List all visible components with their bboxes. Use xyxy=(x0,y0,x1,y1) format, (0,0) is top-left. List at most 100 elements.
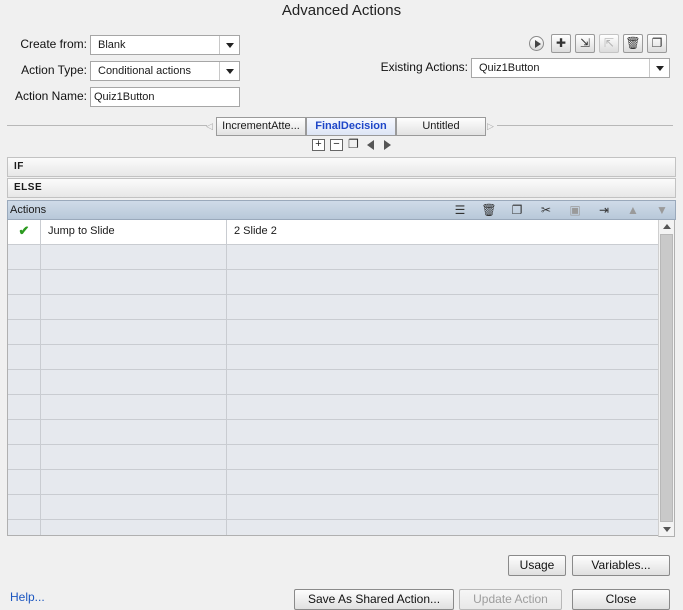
target-cell[interactable] xyxy=(227,295,658,320)
table-row[interactable] xyxy=(8,420,658,445)
export-icon[interactable]: ⇱ xyxy=(599,34,619,53)
delete-icon[interactable]: 🗑 xyxy=(623,34,643,53)
remove-decision-icon[interactable]: − xyxy=(330,139,343,151)
target-cell[interactable] xyxy=(227,270,658,295)
move-up-icon[interactable]: ▲ xyxy=(625,202,641,218)
scroll-down-icon[interactable] xyxy=(663,527,671,532)
action-cell[interactable]: Jump to Slide xyxy=(41,220,227,245)
action-name-label: Action Name: xyxy=(14,89,87,103)
action-type-select[interactable]: Conditional actions xyxy=(90,61,240,81)
target-cell[interactable] xyxy=(227,445,658,470)
target-cell[interactable] xyxy=(227,520,658,535)
target-cell[interactable] xyxy=(227,420,658,445)
row-check-cell[interactable] xyxy=(8,395,41,420)
checkmark-icon: ✔ xyxy=(18,223,30,238)
close-button[interactable]: Close xyxy=(572,589,670,610)
move-right-icon[interactable] xyxy=(384,140,391,150)
target-cell[interactable] xyxy=(227,245,658,270)
row-check-cell[interactable] xyxy=(8,495,41,520)
target-cell[interactable] xyxy=(227,370,658,395)
divider xyxy=(7,125,207,126)
table-row[interactable] xyxy=(8,245,658,270)
table-row[interactable] xyxy=(8,495,658,520)
action-cell[interactable] xyxy=(41,470,227,495)
cut-action-icon[interactable]: ✂ xyxy=(538,202,554,218)
row-check-cell[interactable] xyxy=(8,320,41,345)
copy-action-icon[interactable]: ❐ xyxy=(509,202,525,218)
tab-increment-attempts[interactable]: IncrementAtte... xyxy=(216,117,306,136)
row-check-cell[interactable] xyxy=(8,470,41,495)
chevron-down-icon xyxy=(649,59,669,77)
duplicate-icon[interactable]: ❐ xyxy=(647,34,667,53)
tab-final-decision[interactable]: FinalDecision xyxy=(306,117,396,136)
scroll-up-icon[interactable] xyxy=(663,224,671,229)
scroll-right-icon[interactable]: ▷ xyxy=(487,121,494,132)
action-cell[interactable] xyxy=(41,420,227,445)
add-decision-icon[interactable]: + xyxy=(312,139,325,151)
action-cell[interactable] xyxy=(41,320,227,345)
else-section[interactable]: ELSE xyxy=(7,178,676,198)
action-cell[interactable] xyxy=(41,495,227,520)
dialog-title: Advanced Actions xyxy=(281,2,402,19)
scroll-left-icon[interactable]: ◁ xyxy=(206,121,213,132)
copy-decision-icon[interactable]: ❐ xyxy=(348,137,359,151)
table-row[interactable] xyxy=(8,445,658,470)
delete-action-icon[interactable]: 🗑 xyxy=(481,202,497,218)
table-row[interactable] xyxy=(8,270,658,295)
preview-icon[interactable] xyxy=(529,36,544,51)
create-from-select[interactable]: Blank xyxy=(90,35,240,55)
row-check-cell[interactable]: ✔ xyxy=(8,220,41,245)
table-row[interactable] xyxy=(8,520,658,535)
existing-actions-select[interactable]: Quiz1Button xyxy=(471,58,670,78)
row-check-cell[interactable] xyxy=(8,345,41,370)
table-row[interactable]: ✔ Jump to Slide 2 Slide 2 xyxy=(8,220,658,245)
row-check-cell[interactable] xyxy=(8,370,41,395)
row-check-cell[interactable] xyxy=(8,245,41,270)
import-icon[interactable]: ⇲ xyxy=(575,34,595,53)
target-cell[interactable] xyxy=(227,395,658,420)
action-name-input[interactable]: Quiz1Button xyxy=(90,87,240,107)
table-row[interactable] xyxy=(8,345,658,370)
variables-button[interactable]: Variables... xyxy=(572,555,670,576)
if-section[interactable]: IF xyxy=(7,157,676,177)
row-check-cell[interactable] xyxy=(8,295,41,320)
add-icon[interactable]: ✚ xyxy=(551,34,571,53)
target-cell[interactable]: 2 Slide 2 xyxy=(227,220,658,245)
target-cell[interactable] xyxy=(227,495,658,520)
row-check-cell[interactable] xyxy=(8,270,41,295)
table-row[interactable] xyxy=(8,470,658,495)
move-down-icon[interactable]: ▼ xyxy=(654,202,670,218)
action-type-value: Conditional actions xyxy=(98,65,191,77)
table-row[interactable] xyxy=(8,295,658,320)
move-left-icon[interactable] xyxy=(367,140,374,150)
table-row[interactable] xyxy=(8,320,658,345)
scroll-thumb[interactable] xyxy=(660,234,673,522)
row-check-cell[interactable] xyxy=(8,445,41,470)
existing-actions-label: Existing Actions: xyxy=(380,60,468,74)
indent-action-icon[interactable]: ⇥ xyxy=(596,202,612,218)
action-cell[interactable] xyxy=(41,245,227,270)
paste-action-icon[interactable]: ▣ xyxy=(567,202,583,218)
row-check-cell[interactable] xyxy=(8,520,41,535)
action-cell[interactable] xyxy=(41,295,227,320)
usage-button[interactable]: Usage xyxy=(508,555,566,576)
action-cell[interactable] xyxy=(41,370,227,395)
target-cell[interactable] xyxy=(227,470,658,495)
insert-action-icon[interactable]: ☰ xyxy=(452,202,468,218)
table-row[interactable] xyxy=(8,370,658,395)
actions-scrollbar[interactable] xyxy=(658,220,675,537)
tab-untitled[interactable]: Untitled xyxy=(396,117,486,136)
table-row[interactable] xyxy=(8,395,658,420)
action-cell[interactable] xyxy=(41,520,227,535)
action-cell[interactable] xyxy=(41,345,227,370)
target-cell[interactable] xyxy=(227,320,658,345)
action-cell[interactable] xyxy=(41,270,227,295)
action-cell[interactable] xyxy=(41,395,227,420)
save-shared-action-button[interactable]: Save As Shared Action... xyxy=(294,589,454,610)
update-action-button[interactable]: Update Action xyxy=(459,589,562,610)
target-cell[interactable] xyxy=(227,345,658,370)
help-link[interactable]: Help... xyxy=(10,590,45,604)
existing-actions-value: Quiz1Button xyxy=(479,62,540,74)
action-cell[interactable] xyxy=(41,445,227,470)
row-check-cell[interactable] xyxy=(8,420,41,445)
